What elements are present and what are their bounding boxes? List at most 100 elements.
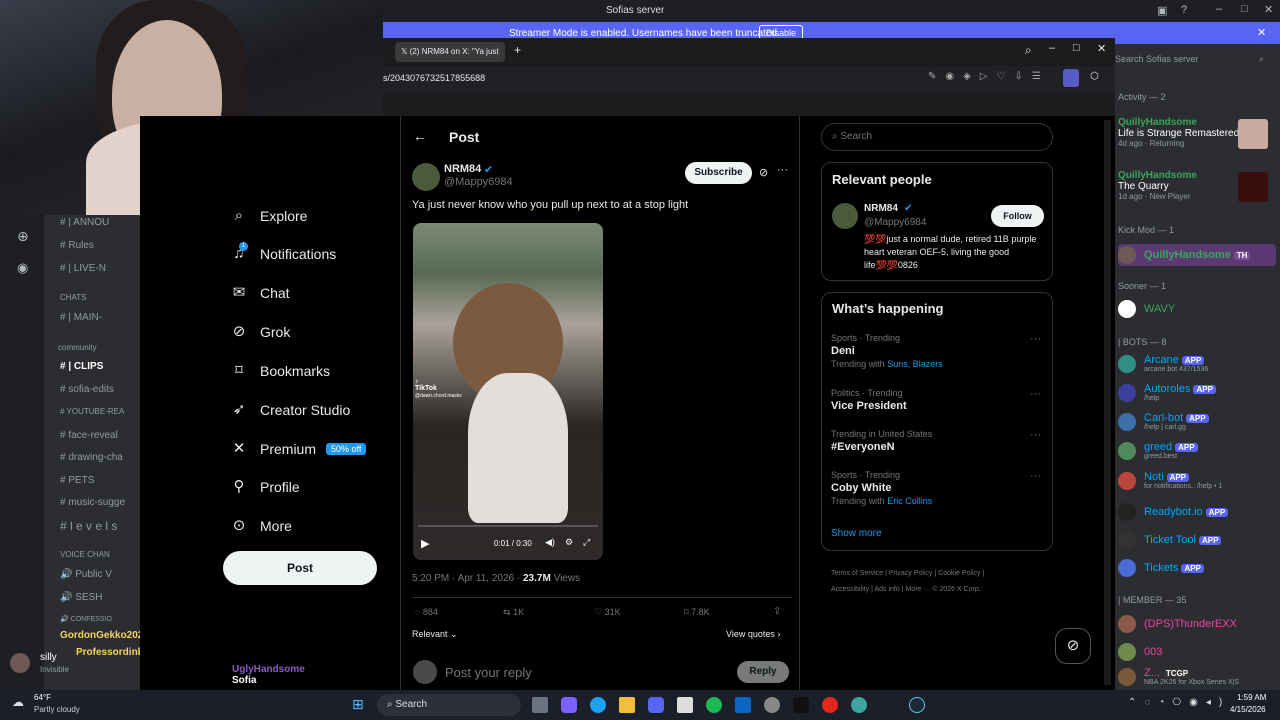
settings-icon[interactable]: ⚙ <box>565 537 573 548</box>
reply-count[interactable]: ◌ 884 <box>415 607 438 617</box>
footer-link[interactable]: Privacy Policy <box>889 570 933 577</box>
inbox-icon[interactable]: ▣ <box>1157 4 1167 17</box>
member-item[interactable]: greed APP greed.best <box>1118 441 1198 460</box>
taskbar-search[interactable]: ⌕ Search <box>377 694 521 716</box>
member-item[interactable]: WAVY <box>1118 300 1175 318</box>
minimize-icon[interactable]: – <box>1049 42 1055 54</box>
avatar[interactable] <box>832 203 858 229</box>
author-handle[interactable]: @Mappy6984 <box>444 176 513 188</box>
video-progress[interactable] <box>418 525 598 527</box>
member-item[interactable]: Ticket Tool APP <box>1118 531 1222 549</box>
edge-icon[interactable] <box>590 697 606 713</box>
discord-icon[interactable] <box>648 697 664 713</box>
toolbar-icons[interactable]: ✎◉◈▷♡⇩☰ <box>928 71 1050 82</box>
steam-icon[interactable] <box>909 697 925 713</box>
nav-grok[interactable]: ⊘ Grok <box>230 323 291 341</box>
add-server-icon[interactable]: ⊕ <box>17 228 29 245</box>
view-quotes-link[interactable]: View quotes › <box>726 629 780 639</box>
trend-item[interactable]: Sports · Trending Deni Trending with Suns,… <box>831 333 1041 369</box>
close-icon[interactable]: ✕ <box>1097 42 1106 55</box>
trend-item[interactable]: Trending in United States #EveryoneN ··· <box>831 429 1041 453</box>
channel-item-clips[interactable]: # | CLIPS <box>60 361 103 372</box>
channel-item[interactable]: # face-reveal <box>60 430 118 441</box>
maximize-icon[interactable]: □ <box>1073 42 1080 54</box>
member-item[interactable]: Arcane APP arcane.bot 437/1536 <box>1118 354 1208 373</box>
channel-item[interactable]: # l e v e l s <box>60 519 117 533</box>
trend-item[interactable]: Sports · Trending Coby White Trending with… <box>831 470 1041 506</box>
play-icon[interactable]: ▶ <box>421 537 429 550</box>
footer-link[interactable]: More ··· <box>905 586 930 593</box>
search-tabs-icon[interactable]: ⌕ <box>1025 43 1032 58</box>
browser-tab[interactable]: 𝕏 (2) NRM84 on X: "Ya just <box>395 42 505 62</box>
grok-explain-icon[interactable]: ⊘ <box>759 166 768 179</box>
member-item[interactable]: Readybot.io APP <box>1118 503 1229 521</box>
footer-link[interactable]: Accessibility <box>831 586 869 593</box>
clock-date[interactable]: 4/15/2026 <box>1230 705 1266 714</box>
profile-icon[interactable] <box>1063 69 1079 87</box>
nav-bookmarks[interactable]: ⌑ Bookmarks <box>230 362 330 380</box>
opera-icon[interactable] <box>822 697 838 713</box>
member-item[interactable]: (DPS)ThunderEXX <box>1118 615 1237 633</box>
like-count[interactable]: ♡ 31K <box>594 607 621 618</box>
channel-item[interactable]: # music-sugge <box>60 497 125 508</box>
member-item[interactable]: Tickets APP <box>1118 559 1204 577</box>
nav-more[interactable]: ⊙ More <box>230 517 292 535</box>
channel-item[interactable]: # | MAIN- <box>60 312 102 323</box>
category-voice[interactable]: VOICE CHAN <box>60 550 110 559</box>
member-item[interactable]: Noti APP for notifications.. /help • 1 <box>1118 471 1222 490</box>
discord-search[interactable]: Search Sofias server ⌕ <box>1115 54 1275 72</box>
nav-profile[interactable]: ⚲ Profile <box>230 478 300 496</box>
settings-icon[interactable] <box>764 697 780 713</box>
category-community[interactable]: community <box>58 343 97 352</box>
task-view-icon[interactable] <box>532 697 548 713</box>
address-bar[interactable]: s/2043076732517855688 ✎◉◈▷♡⇩☰ ⬡ <box>383 66 1115 92</box>
windows-start-icon[interactable]: ⊞ <box>352 696 364 713</box>
footer-link[interactable]: Ads info <box>874 586 899 593</box>
close-banner-icon[interactable]: ✕ <box>1257 26 1266 39</box>
footer-link[interactable]: Terms of Service <box>831 570 883 577</box>
author-name[interactable]: NRM84 <box>444 163 481 175</box>
discover-icon[interactable]: ◉ <box>17 260 28 276</box>
subscribe-button[interactable]: Subscribe <box>685 162 752 184</box>
spotify-icon[interactable] <box>706 697 722 713</box>
system-tray-icons[interactable]: ⌃◌◔⎔◉◂) <box>1128 697 1230 708</box>
share-icon[interactable]: ⇪ <box>773 606 781 617</box>
file-explorer-icon[interactable] <box>619 697 635 713</box>
nav-explore[interactable]: ⌕ Explore <box>230 207 308 225</box>
help-icon[interactable]: ? <box>1181 4 1187 16</box>
channel-item[interactable]: # sofia-edits <box>60 384 114 395</box>
activity-card[interactable]: QuillyHandsome Life is Strange Remastere… <box>1118 117 1278 157</box>
minimize-icon[interactable]: – <box>1216 3 1222 15</box>
post-button[interactable]: Post <box>223 551 377 585</box>
reply-input[interactable]: Post your reply <box>445 665 532 680</box>
category-chats[interactable]: CHATS <box>60 293 87 302</box>
app-icon[interactable] <box>851 697 867 713</box>
nav-chat[interactable]: ✉ Chat <box>230 284 290 302</box>
more-options-icon[interactable]: ··· <box>777 164 788 176</box>
voice-channel[interactable]: 🔊 CONFESSIO <box>60 615 112 623</box>
extension-icon[interactable]: ⬡ <box>1090 71 1099 82</box>
activity-card[interactable]: QuillyHandsome The Quarry 1d ago · New P… <box>1118 170 1278 210</box>
maximize-icon[interactable]: □ <box>1241 3 1248 15</box>
nav-creator-studio[interactable]: ➶ Creator Studio <box>230 401 351 419</box>
x-search-input[interactable]: ⌕ Search <box>821 123 1053 151</box>
grok-floating-button[interactable]: ⊘ <box>1055 628 1091 664</box>
member-item[interactable]: 003 <box>1118 643 1162 661</box>
close-icon[interactable]: ✕ <box>1264 3 1273 16</box>
member-item[interactable]: Carl-bot APP/help | carl.gg <box>1118 412 1209 431</box>
bookmark-count[interactable]: ⌑ 7.8K <box>684 607 710 618</box>
footer-link[interactable]: Cookie Policy <box>938 570 980 577</box>
channel-item[interactable]: # drawing-cha <box>60 452 123 463</box>
fullscreen-icon[interactable]: ⤢ <box>583 537 590 548</box>
store-icon[interactable] <box>677 697 693 713</box>
copilot-icon[interactable] <box>561 697 577 713</box>
member-item[interactable]: Autoroles APP/help <box>1118 383 1216 402</box>
author-avatar[interactable] <box>412 163 440 191</box>
channel-item[interactable]: # | ANNOU <box>60 217 109 228</box>
channel-item[interactable]: # YOUTUBE-REA <box>60 407 124 416</box>
repost-count[interactable]: ⇆ 1K <box>503 607 524 618</box>
voice-channel[interactable]: 🔊 SESH <box>60 592 102 603</box>
video-player[interactable]: ♪ TikTok @dawn.chord.masks ▶ 0:01 / 0:30 ◀… <box>413 223 603 560</box>
new-tab-icon[interactable]: + <box>514 43 521 57</box>
nav-premium[interactable]: ✕ Premium 50% off <box>230 440 367 458</box>
